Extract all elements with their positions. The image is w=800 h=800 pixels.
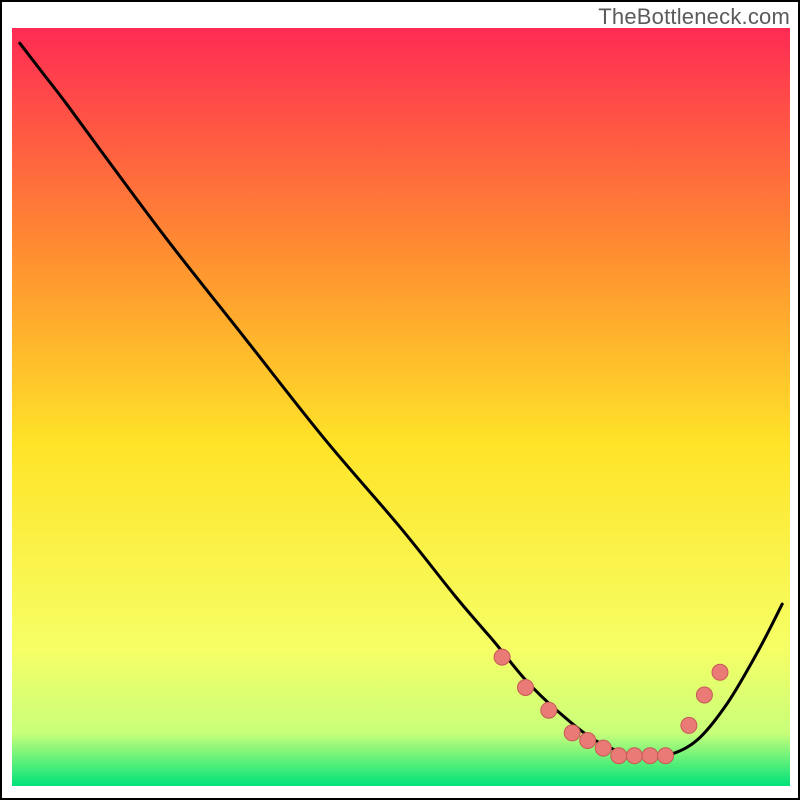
chart-stage: TheBottleneck.com [0, 0, 800, 800]
marker-point [712, 664, 728, 680]
plot-background [12, 28, 790, 786]
marker-point [564, 725, 580, 741]
marker-point [658, 748, 674, 764]
marker-point [541, 702, 557, 718]
marker-point [580, 733, 596, 749]
marker-point [626, 748, 642, 764]
marker-point [611, 748, 627, 764]
marker-point [642, 748, 658, 764]
marker-point [494, 649, 510, 665]
marker-point [595, 740, 611, 756]
watermark-text: TheBottleneck.com [598, 4, 790, 30]
marker-point [681, 717, 697, 733]
marker-point [518, 680, 534, 696]
plot-svg [0, 0, 800, 800]
marker-point [696, 687, 712, 703]
